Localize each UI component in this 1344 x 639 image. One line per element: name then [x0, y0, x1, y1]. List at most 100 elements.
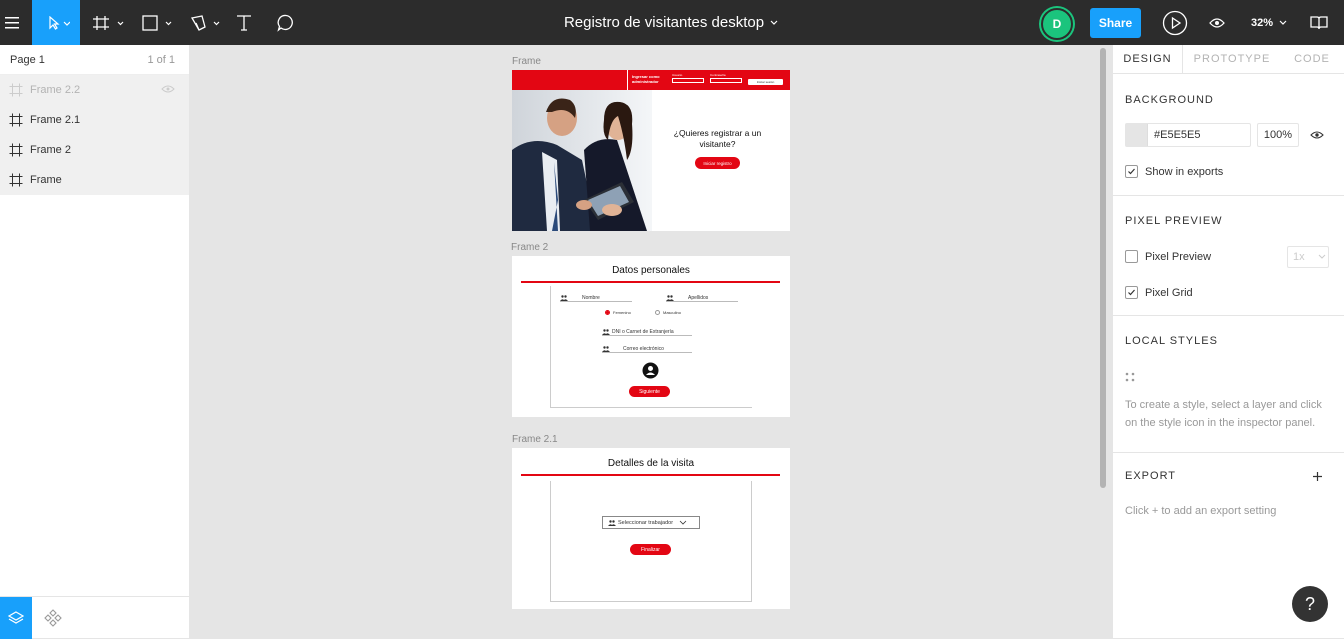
- apellidos-label: Apellidos: [688, 294, 709, 301]
- help-button[interactable]: ?: [1292, 586, 1328, 622]
- worker-select-label: Seleccionar trabajador: [618, 519, 674, 526]
- background-color-field[interactable]: #E5E5E5: [1125, 123, 1251, 147]
- pixel-grid-checkbox[interactable]: [1125, 286, 1138, 299]
- text-tool-button[interactable]: [232, 0, 256, 45]
- masculino-label: Masculino: [663, 310, 682, 315]
- login-button: Iniciar sesión: [748, 79, 783, 85]
- section-title: PIXEL PREVIEW: [1125, 215, 1223, 227]
- nombre-label: Nombre: [582, 294, 600, 301]
- form-border: [550, 481, 752, 602]
- layer-label: Frame: [30, 174, 62, 186]
- zoom-control[interactable]: 32%: [1251, 0, 1289, 45]
- canvas-scrollbar[interactable]: [1100, 48, 1106, 488]
- user-icon: [602, 345, 610, 352]
- form-title: Datos personales: [612, 265, 690, 276]
- tab-code[interactable]: CODE: [1281, 45, 1343, 73]
- worker-select: Seleccionar trabajador: [602, 516, 700, 529]
- tab-prototype[interactable]: PROTOTYPE: [1183, 45, 1281, 73]
- section-title: BACKGROUND: [1125, 94, 1214, 106]
- comment-icon: [277, 14, 293, 32]
- title-underline: [521, 474, 780, 476]
- dni-field: DNI o Carnet de Extranjería: [602, 328, 692, 336]
- checkmark-icon: [1128, 289, 1135, 296]
- document-title[interactable]: Registro de visitantes desktop: [564, 14, 764, 31]
- background-opacity-field[interactable]: 100%: [1257, 123, 1299, 147]
- cursor-icon: [49, 15, 70, 30]
- frame-landing[interactable]: Ingresar como administrador Usuario Cont…: [512, 70, 790, 231]
- layer-label: Frame 2.1: [30, 114, 81, 126]
- inspector-tabs: DESIGN PROTOTYPE CODE: [1113, 45, 1344, 74]
- pixel-grid-label: Pixel Grid: [1145, 286, 1193, 299]
- view-settings-button[interactable]: [1204, 0, 1230, 45]
- assets-tab-button[interactable]: [32, 597, 74, 639]
- eye-icon[interactable]: [1310, 130, 1324, 140]
- frame-icon: [9, 143, 23, 157]
- radio-empty-icon: [655, 310, 660, 315]
- nombre-field: Nombre: [560, 294, 632, 302]
- shape-tool-button[interactable]: [136, 0, 176, 45]
- chevron-down-icon: [679, 520, 687, 525]
- eye-icon: [1209, 17, 1225, 28]
- chevron-down-icon[interactable]: [768, 18, 780, 28]
- pen-tool-button[interactable]: [184, 0, 224, 45]
- pixel-preview-checkbox[interactable]: [1125, 250, 1138, 263]
- title-underline: [521, 281, 780, 283]
- share-button[interactable]: Share: [1090, 8, 1141, 38]
- form-border-bottom: [550, 407, 752, 408]
- tab-design[interactable]: DESIGN: [1113, 45, 1183, 73]
- move-tool-button[interactable]: [32, 0, 80, 45]
- plus-icon[interactable]: [1312, 471, 1323, 482]
- show-in-exports-row[interactable]: Show in exports: [1125, 165, 1223, 178]
- pixel-preview-row[interactable]: Pixel Preview: [1125, 250, 1211, 263]
- components-icon: [44, 609, 62, 627]
- gender-radio-masculino: Masculino: [655, 310, 681, 315]
- pixel-grid-row[interactable]: Pixel Grid: [1125, 286, 1193, 299]
- page-count: 1 of 1: [147, 53, 175, 66]
- text-icon: [237, 14, 251, 31]
- background-section: BACKGROUND #E5E5E5 100% Show in exports: [1113, 74, 1344, 196]
- frame-label[interactable]: Frame: [512, 56, 541, 67]
- layers-icon: [8, 611, 24, 624]
- frame-icon: [93, 15, 124, 30]
- frame-visit-details[interactable]: Detalles de la visita Seleccionar trabaj…: [512, 448, 790, 609]
- page-label: Page 1: [10, 53, 45, 66]
- styles-icon[interactable]: [1125, 372, 1135, 382]
- hamburger-icon: [5, 16, 19, 28]
- frame-label[interactable]: Frame 2.1: [512, 434, 558, 445]
- color-swatch[interactable]: [1126, 124, 1148, 146]
- layer-item[interactable]: Frame: [0, 165, 189, 195]
- local-styles-section: LOCAL STYLES To create a style, select a…: [1113, 316, 1344, 453]
- user-icon: [666, 294, 674, 301]
- password-field-label: Contraseña: [710, 73, 726, 77]
- layer-item[interactable]: Frame 2: [0, 135, 189, 165]
- next-button: Siguiente: [629, 386, 670, 397]
- layer-item[interactable]: Frame 2.2: [0, 75, 189, 105]
- pen-icon: [190, 14, 220, 31]
- user-avatar[interactable]: D: [1041, 8, 1073, 40]
- page-selector[interactable]: Page 1 1 of 1: [0, 45, 189, 75]
- admin-label: Ingresar como administrador: [632, 74, 660, 84]
- frame-header-bar: Ingresar como administrador Usuario Cont…: [512, 70, 790, 90]
- layer-item[interactable]: Frame 2.1: [0, 105, 189, 135]
- layer-label: Frame 2.2: [30, 84, 81, 96]
- show-in-exports-checkbox[interactable]: [1125, 165, 1138, 178]
- frame-label[interactable]: Frame 2: [511, 242, 548, 253]
- radio-selected-icon: [605, 310, 610, 315]
- pixel-preview-scale-select[interactable]: 1x: [1287, 246, 1329, 268]
- eye-hidden-icon[interactable]: [161, 84, 175, 94]
- user-icon: [560, 294, 568, 301]
- layers-tab-button[interactable]: [0, 597, 32, 639]
- frame-tool-button[interactable]: [88, 0, 128, 45]
- comment-tool-button[interactable]: [274, 0, 298, 45]
- frame-icon: [9, 83, 23, 97]
- dni-label: DNI o Carnet de Extranjería: [612, 328, 674, 335]
- left-panel-footer: [0, 596, 190, 639]
- frame-personal-data[interactable]: Datos personales Nombre Apellidos Femeni…: [512, 256, 790, 417]
- checkmark-icon: [1128, 168, 1135, 175]
- frame-icon: [9, 173, 23, 187]
- library-button[interactable]: [1306, 0, 1332, 45]
- main-menu-button[interactable]: [0, 0, 24, 45]
- header-divider: [627, 70, 628, 90]
- present-button[interactable]: [1160, 0, 1190, 45]
- email-label: Correo electrónico: [623, 345, 664, 352]
